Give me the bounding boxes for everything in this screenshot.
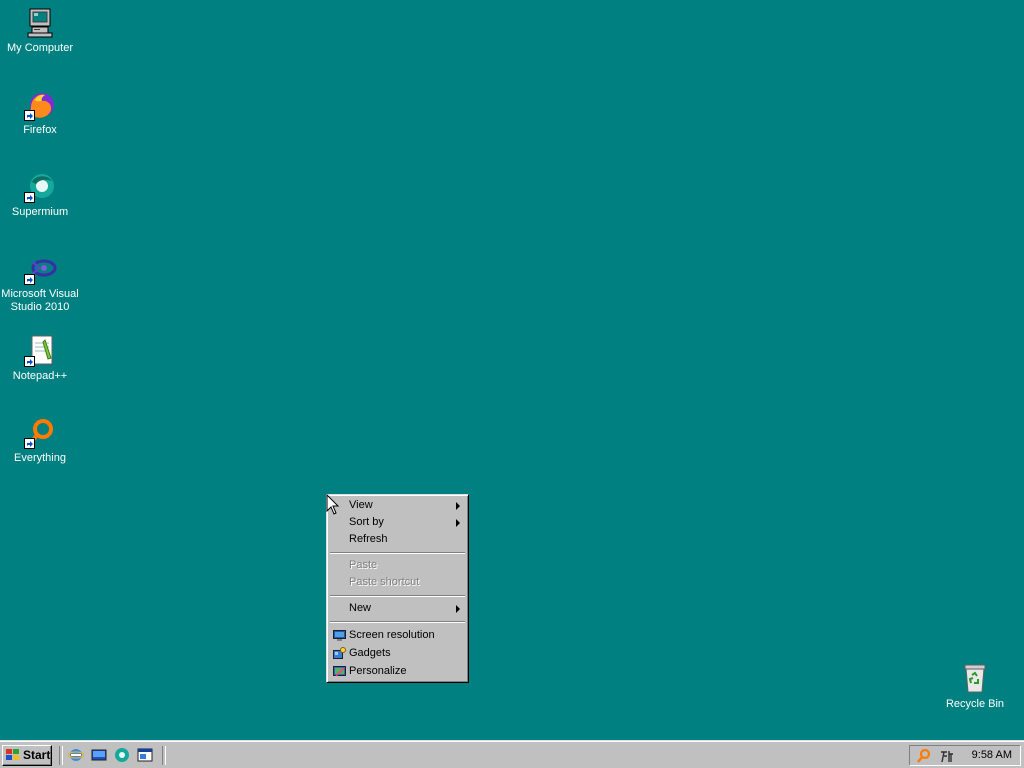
desktop-icon-notepad-plus-plus[interactable]: Notepad++ — [0, 334, 80, 383]
menu-separator — [330, 595, 465, 597]
taskbar-divider — [162, 746, 166, 765]
shortcut-arrow-icon — [24, 356, 35, 367]
menu-item-paste-shortcut[interactable]: Paste shortcut — [329, 574, 466, 591]
desktop-icon-firefox[interactable]: Firefox — [0, 88, 80, 137]
menu-item-paste[interactable]: Paste — [329, 557, 466, 574]
display-icon — [333, 629, 346, 642]
desktop-icon-everything[interactable]: Everything — [0, 416, 80, 465]
windows-logo-icon — [6, 749, 21, 762]
menu-item-label: Sort by — [349, 516, 384, 528]
taskbar: Start 9:58 AM — [0, 740, 1024, 768]
menu-item-personalize[interactable]: Personalize — [329, 663, 466, 680]
desktop-icon-label: My Computer — [6, 42, 74, 54]
window-switcher-icon[interactable] — [137, 747, 153, 763]
menu-item-screen-resolution[interactable]: Screen resolution — [329, 627, 466, 644]
supermium-icon[interactable] — [114, 747, 130, 763]
submenu-arrow-icon — [456, 502, 460, 510]
menu-item-gadgets[interactable]: Gadgets — [329, 645, 466, 662]
desktop-icon-visual-studio[interactable]: Microsoft Visual Studio 2010 — [0, 252, 80, 314]
desktop-icon-label: Firefox — [23, 124, 57, 136]
desktop-icon-label: Microsoft Visual Studio 2010 — [1, 288, 79, 313]
show-desktop-icon[interactable] — [91, 747, 107, 763]
menu-separator — [330, 621, 465, 623]
submenu-arrow-icon — [456, 605, 460, 613]
gadgets-icon — [333, 647, 346, 660]
personalize-icon — [333, 665, 346, 678]
menu-item-label: View — [349, 499, 373, 511]
computer-icon — [23, 6, 57, 40]
menu-item-sort-by[interactable]: Sort by — [329, 514, 466, 531]
everything-search-icon — [23, 416, 57, 450]
shortcut-arrow-icon — [24, 438, 35, 449]
visual-studio-icon — [23, 252, 57, 286]
menu-item-label: Screen resolution — [349, 629, 435, 641]
submenu-arrow-icon — [456, 519, 460, 527]
menu-item-new[interactable]: New — [329, 600, 466, 617]
desktop-context-menu: View Sort by Refresh Paste Paste shortcu… — [326, 494, 469, 683]
menu-item-label: Paste — [349, 559, 378, 571]
firefox-icon — [23, 88, 57, 122]
menu-separator — [330, 552, 465, 554]
desktop-icon-label: Recycle Bin — [945, 698, 1005, 710]
menu-item-label: Refresh — [349, 533, 388, 545]
desktop-icon-label: Notepad++ — [12, 370, 68, 382]
recycle-bin-icon — [958, 662, 992, 696]
everything-search-icon[interactable] — [916, 748, 932, 764]
internet-explorer-icon[interactable] — [67, 747, 85, 763]
supermium-icon — [23, 170, 57, 204]
taskbar-divider — [59, 746, 63, 765]
taskbar-clock[interactable]: 9:58 AM — [972, 749, 1012, 761]
menu-item-label: Gadgets — [349, 647, 391, 659]
mouse-pointer-icon — [326, 493, 340, 519]
menu-item-label: New — [349, 602, 372, 614]
menu-item-refresh[interactable]: Refresh — [329, 531, 466, 548]
start-button[interactable]: Start — [2, 745, 52, 766]
menu-item-label: Personalize — [349, 665, 407, 677]
desktop-icon-supermium[interactable]: Supermium — [0, 170, 80, 219]
desktop-icon-label: Everything — [14, 452, 66, 464]
shortcut-arrow-icon — [24, 110, 35, 121]
menu-item-label: Paste shortcut — [349, 576, 420, 588]
desktop-icon-recycle-bin[interactable]: Recycle Bin — [935, 662, 1015, 711]
notepad-plus-plus-icon — [23, 334, 57, 368]
desktop-icon-label: Supermium — [11, 206, 69, 218]
desktop-icon-my-computer[interactable]: My Computer — [0, 6, 80, 55]
shortcut-arrow-icon — [24, 192, 35, 203]
system-tray: 9:58 AM — [909, 745, 1021, 766]
input-method-icon[interactable] — [939, 748, 955, 764]
start-button-label: Start — [23, 748, 51, 762]
menu-item-view[interactable]: View — [329, 497, 466, 514]
shortcut-arrow-icon — [24, 274, 35, 285]
